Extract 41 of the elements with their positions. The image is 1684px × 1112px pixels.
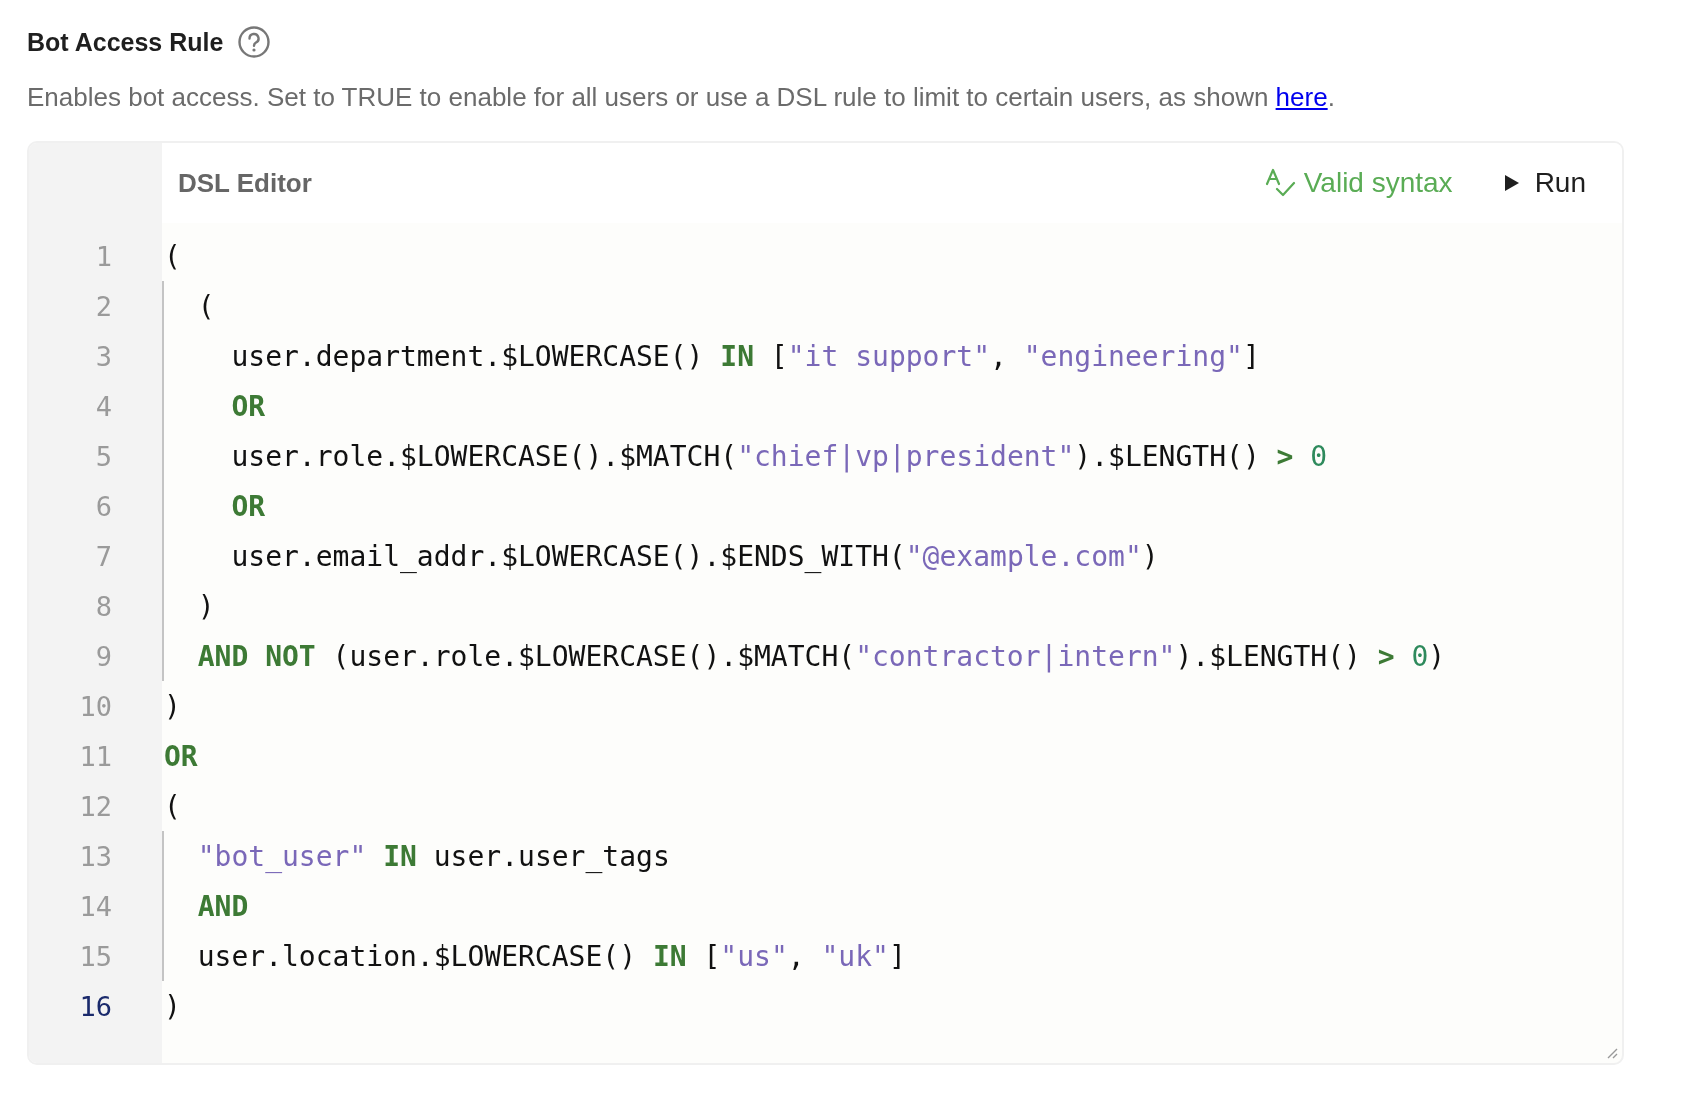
description-text: Enables bot access. Set to TRUE to enable for all users or use a DSL rule to limit to certain users, as shown here. <box>27 82 1336 113</box>
code-line: user.location.$LOWERCASE() IN ["us", "uk"] <box>196 939 906 973</box>
line-number: 9 <box>94 639 113 674</box>
line-number: 7 <box>94 539 113 574</box>
code-line: OR <box>230 389 266 423</box>
code-line: ) <box>164 689 181 723</box>
line-number: 11 <box>78 739 113 774</box>
code-line: "bot_user" IN user.user_tags <box>196 839 670 873</box>
code-line: ( <box>164 239 181 273</box>
line-number: 4 <box>94 389 113 424</box>
code-line: ( <box>164 789 181 823</box>
line-number: 13 <box>78 839 113 874</box>
syntax-status: Valid syntax <box>1303 167 1453 199</box>
spellcheck-icon <box>1263 167 1296 199</box>
help-icon[interactable] <box>237 25 272 59</box>
code-line: AND <box>196 889 249 923</box>
line-number: 2 <box>94 289 113 324</box>
line-number: 6 <box>94 489 113 524</box>
code-line: user.department.$LOWERCASE() IN ["it support", "engineering"] <box>230 339 1260 373</box>
line-number: 5 <box>94 439 113 474</box>
code-line: ( <box>196 289 215 323</box>
editor-title: DSL Editor <box>178 167 313 199</box>
line-number: 1 <box>94 239 113 274</box>
line-number: 12 <box>78 789 113 824</box>
code-line: AND NOT (user.role.$LOWERCASE().$MATCH("contractor|intern").$LENGTH() > 0) <box>196 639 1446 673</box>
code-line: OR <box>164 739 198 773</box>
code-line: OR <box>230 489 266 523</box>
code-line: user.role.$LOWERCASE().$MATCH("chief|vp|president").$LENGTH() > 0 <box>230 439 1328 473</box>
play-icon <box>1502 173 1521 193</box>
section-title: Bot Access Rule <box>27 27 224 57</box>
help-link[interactable]: here <box>1275 82 1328 112</box>
line-number: 8 <box>94 589 113 624</box>
code-line: ) <box>164 989 181 1023</box>
run-button[interactable]: Run <box>1496 163 1592 203</box>
line-number: 3 <box>94 339 113 374</box>
line-number: 16 <box>78 989 113 1024</box>
line-number: 14 <box>78 889 113 924</box>
line-number: 15 <box>78 939 113 974</box>
code-line: ) <box>196 589 215 623</box>
code-line: user.email_addr.$LOWERCASE().$ENDS_WITH("@example.com") <box>230 539 1159 573</box>
line-number: 10 <box>78 689 113 724</box>
